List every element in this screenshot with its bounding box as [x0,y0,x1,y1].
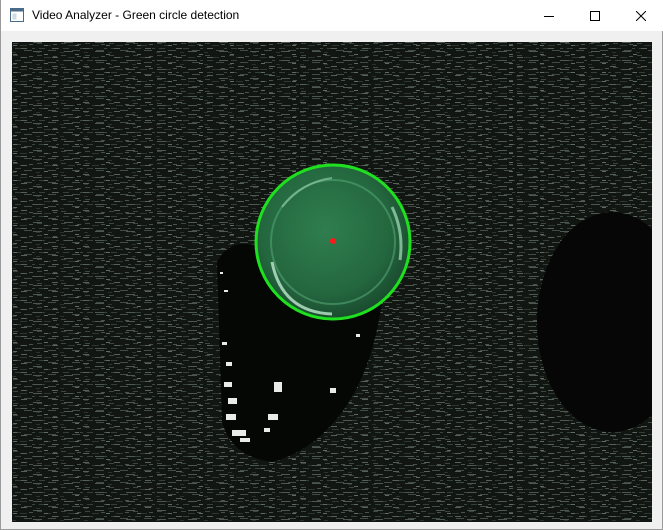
window-title: Video Analyzer - Green circle detection [32,8,240,22]
maximize-button[interactable] [572,0,618,31]
minimize-button[interactable] [526,0,572,31]
circle-center-marker [330,238,336,244]
title-bar[interactable]: Video Analyzer - Green circle detection [1,0,663,31]
app-window-icon [10,8,24,22]
close-button[interactable] [618,0,663,31]
maximize-icon [590,10,600,21]
minimize-icon [544,15,554,17]
client-area [1,31,662,529]
video-frame-canvas [12,42,652,522]
close-icon [636,10,646,21]
video-frame [12,42,652,522]
app-window: Video Analyzer - Green circle detection [0,0,663,530]
